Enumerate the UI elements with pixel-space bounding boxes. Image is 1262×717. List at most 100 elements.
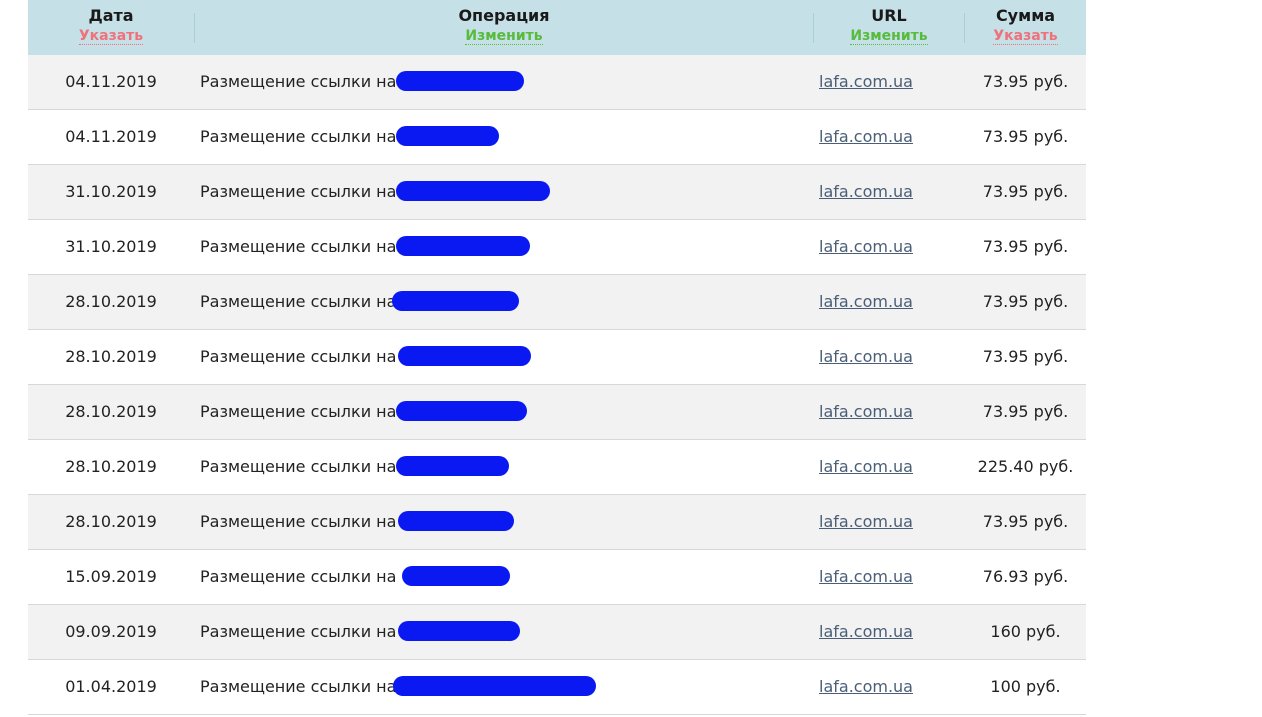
row-sum: 73.95 руб.: [982, 127, 1069, 146]
redaction-mark: [396, 401, 528, 421]
header-sum-title: Сумма: [995, 6, 1056, 25]
row-date: 04.11.2019: [65, 72, 157, 91]
row-operation-text: Размещение ссылки на: [200, 237, 397, 256]
row-date: 31.10.2019: [65, 182, 157, 201]
sum-specify-link[interactable]: Указать: [993, 28, 1058, 45]
row-date: 28.10.2019: [65, 292, 157, 311]
row-sum: 73.95 руб.: [982, 292, 1069, 311]
row-sum: 160 руб.: [990, 622, 1061, 641]
row-url-link[interactable]: lafa.com.ua: [819, 347, 913, 366]
row-date: 01.04.2019: [65, 677, 157, 696]
row-sum: 73.95 руб.: [982, 182, 1069, 201]
row-operation-text: Размещение ссылки на: [200, 347, 397, 366]
row-date: 28.10.2019: [65, 402, 157, 421]
row-url-link[interactable]: lafa.com.ua: [819, 127, 913, 146]
row-sum: 73.95 руб.: [982, 72, 1069, 91]
row-url-link[interactable]: lafa.com.ua: [819, 237, 913, 256]
table-row: 01.04.2019 Размещение ссылки на lafa.com.u…: [28, 660, 1086, 715]
row-date: 15.09.2019: [65, 567, 157, 586]
row-operation: Размещение ссылки на: [200, 330, 532, 384]
row-url: lafa.com.ua: [819, 165, 913, 219]
row-operation-text: Размещение ссылки на: [200, 567, 397, 586]
table-row: 28.10.2019 Размещение ссылки на lafa.com.u…: [28, 495, 1086, 550]
redaction-mark: [396, 71, 525, 91]
row-url: lafa.com.ua: [819, 605, 913, 659]
operation-change-link[interactable]: Изменить: [465, 28, 543, 45]
table-row: 31.10.2019 Размещение ссылки на lafa.com.u…: [28, 165, 1086, 220]
row-operation: Размещение ссылки на: [200, 220, 531, 274]
redaction-mark: [398, 346, 532, 366]
date-specify-link[interactable]: Указать: [78, 28, 144, 45]
row-operation: Размещение ссылки на: [200, 605, 521, 659]
row-url: lafa.com.ua: [819, 385, 913, 439]
row-url-link[interactable]: lafa.com.ua: [819, 72, 913, 91]
row-url: lafa.com.ua: [819, 330, 913, 384]
url-change-link[interactable]: Изменить: [850, 28, 928, 45]
row-operation: Размещение ссылки на: [200, 55, 525, 109]
row-url: lafa.com.ua: [819, 440, 913, 494]
row-date: 28.10.2019: [65, 347, 157, 366]
row-operation-text: Размещение ссылки на: [200, 402, 397, 421]
transactions-table: Дата Указать Операция Изменить URL Измен…: [28, 0, 1086, 715]
row-operation-text: Размещение ссылки на: [200, 622, 397, 641]
row-url: lafa.com.ua: [819, 220, 913, 274]
row-operation: Размещение ссылки на: [200, 275, 520, 329]
header-operation-title: Операция: [458, 6, 550, 25]
row-url-link[interactable]: lafa.com.ua: [819, 402, 913, 421]
row-date: 28.10.2019: [65, 457, 157, 476]
row-operation: Размещение ссылки на: [200, 385, 528, 439]
row-date: 31.10.2019: [65, 237, 157, 256]
table-row: 28.10.2019 Размещение ссылки на lafa.com.u…: [28, 385, 1086, 440]
redaction-mark: [398, 511, 515, 531]
row-url-link[interactable]: lafa.com.ua: [819, 182, 913, 201]
row-sum: 73.95 руб.: [982, 402, 1069, 421]
redaction-mark: [396, 236, 531, 256]
header-date-title: Дата: [88, 6, 134, 25]
header-date: Дата Указать: [28, 0, 194, 55]
row-url-link[interactable]: lafa.com.ua: [819, 677, 913, 696]
row-operation-text: Размещение ссылки на: [200, 127, 397, 146]
table-row: 04.11.2019 Размещение ссылки на lafa.com.u…: [28, 110, 1086, 165]
table-row: 28.10.2019 Размещение ссылки на lafa.com.u…: [28, 275, 1086, 330]
row-sum: 73.95 руб.: [982, 237, 1069, 256]
row-url: lafa.com.ua: [819, 110, 913, 164]
row-operation-text: Размещение ссылки на: [200, 457, 397, 476]
row-operation-text: Размещение ссылки на: [200, 512, 397, 531]
row-url-link[interactable]: lafa.com.ua: [819, 512, 913, 531]
row-sum: 225.40 руб.: [977, 457, 1074, 476]
row-operation: Размещение ссылки на: [200, 110, 500, 164]
row-url-link[interactable]: lafa.com.ua: [819, 457, 913, 476]
table-body: 04.11.2019 Размещение ссылки на lafa.com.u…: [28, 55, 1086, 715]
row-operation: Размещение ссылки на: [200, 660, 597, 714]
row-url-link[interactable]: lafa.com.ua: [819, 567, 913, 586]
row-sum: 73.95 руб.: [982, 347, 1069, 366]
table-row: 28.10.2019 Размещение ссылки на lafa.com.u…: [28, 440, 1086, 495]
redaction-mark: [396, 126, 500, 146]
table-row: 04.11.2019 Размещение ссылки на lafa.com.u…: [28, 55, 1086, 110]
header-operation: Операция Изменить: [195, 0, 813, 55]
row-operation-text: Размещение ссылки на: [200, 677, 397, 696]
header-sum: Сумма Указать: [965, 0, 1086, 55]
row-date: 09.09.2019: [65, 622, 157, 641]
table-header: Дата Указать Операция Изменить URL Измен…: [28, 0, 1086, 55]
row-operation-text: Размещение ссылки на: [200, 72, 397, 91]
row-sum: 73.95 руб.: [982, 512, 1069, 531]
row-operation-text: Размещение ссылки на: [200, 182, 397, 201]
redaction-mark: [392, 291, 520, 311]
redaction-mark: [398, 621, 521, 641]
row-date: 28.10.2019: [65, 512, 157, 531]
table-row: 28.10.2019 Размещение ссылки на lafa.com.u…: [28, 330, 1086, 385]
row-operation: Размещение ссылки на: [200, 550, 511, 604]
row-url: lafa.com.ua: [819, 550, 913, 604]
row-sum: 76.93 руб.: [982, 567, 1069, 586]
redaction-mark: [396, 181, 551, 201]
row-sum: 100 руб.: [990, 677, 1061, 696]
table-row: 31.10.2019 Размещение ссылки на lafa.com.u…: [28, 220, 1086, 275]
row-url-link[interactable]: lafa.com.ua: [819, 292, 913, 311]
row-url: lafa.com.ua: [819, 495, 913, 549]
row-operation-text: Размещение ссылки на: [200, 292, 397, 311]
header-url-title: URL: [871, 6, 907, 25]
table-row: 09.09.2019 Размещение ссылки на lafa.com.u…: [28, 605, 1086, 660]
row-operation: Размещение ссылки на: [200, 495, 515, 549]
row-url-link[interactable]: lafa.com.ua: [819, 622, 913, 641]
